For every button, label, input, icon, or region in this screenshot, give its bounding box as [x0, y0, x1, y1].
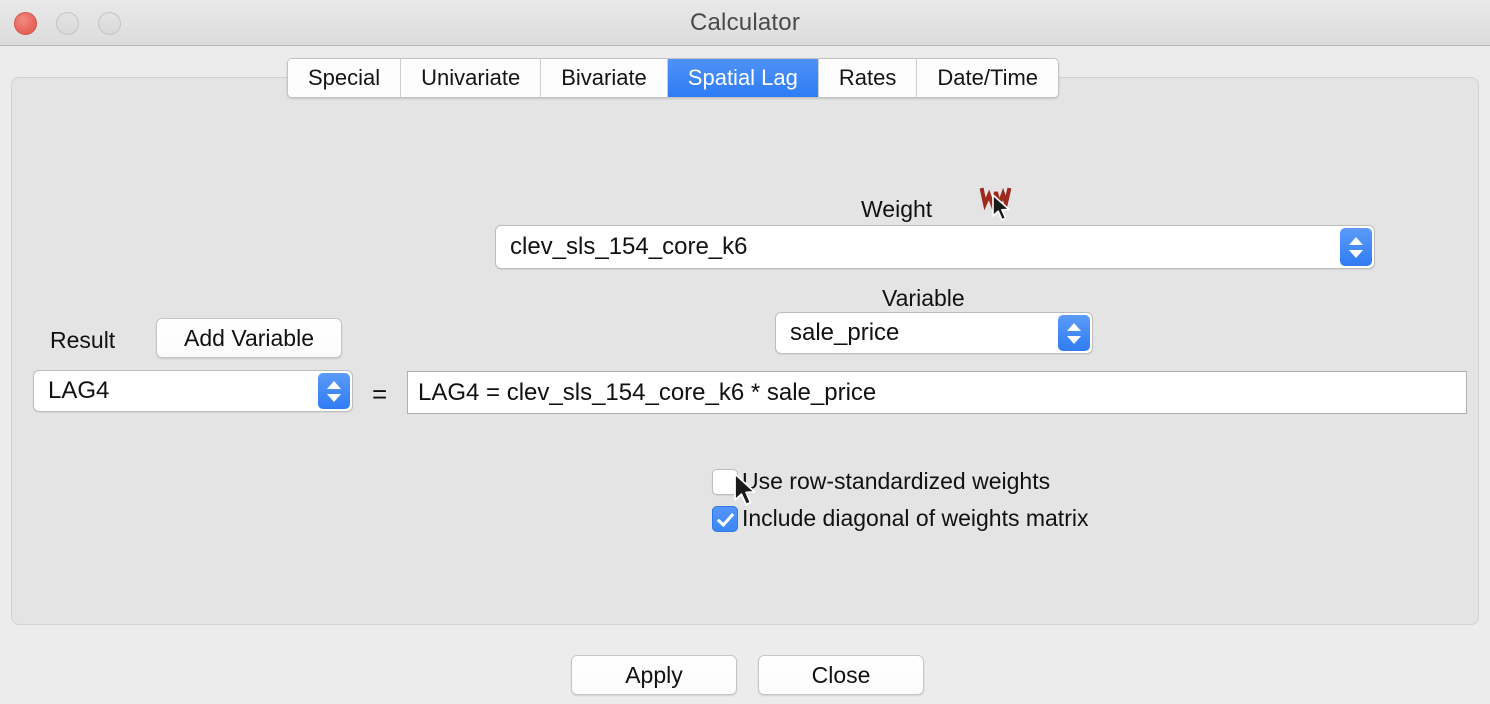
include-diagonal-row[interactable]: Include diagonal of weights matrix: [712, 505, 1088, 532]
row-standardized-weights-label: Use row-standardized weights: [742, 468, 1051, 494]
chevron-up-icon: [1067, 322, 1081, 331]
tab-rates[interactable]: Rates: [818, 59, 918, 97]
window-titlebar: Calculator: [0, 0, 1490, 46]
weight-select-stepper[interactable]: [1340, 228, 1372, 266]
weight-label: Weight: [861, 196, 933, 222]
result-variable-select[interactable]: LAG4: [33, 370, 353, 412]
include-diagonal-label: Include diagonal of weights matrix: [742, 505, 1089, 531]
add-variable-button[interactable]: Add Variable: [156, 318, 342, 358]
weight-select-value: clev_sls_154_core_k6: [510, 233, 748, 260]
weight-select[interactable]: clev_sls_154_core_k6: [495, 225, 1375, 269]
result-variable-value: LAG4: [48, 377, 110, 404]
row-standardized-weights-checkbox[interactable]: [712, 468, 738, 495]
variable-select-value: sale_price: [790, 319, 900, 346]
apply-button[interactable]: Apply: [571, 655, 737, 695]
chevron-down-icon: [327, 393, 341, 402]
tab-bar: Special Univariate Bivariate Spatial Lag…: [287, 58, 1060, 98]
window-title: Calculator: [689, 9, 801, 36]
expression-field[interactable]: LAG4 = clev_sls_154_core_k6 * sale_price: [407, 371, 1467, 414]
row-standardized-weights-row[interactable]: Use row-standardized weights: [712, 468, 1050, 495]
chevron-up-icon: [327, 380, 341, 389]
tab-spatial-lag[interactable]: Spatial Lag: [667, 59, 819, 97]
close-button[interactable]: Close: [758, 655, 924, 695]
tab-date-time[interactable]: Date/Time: [917, 59, 1059, 97]
tab-special[interactable]: Special: [288, 59, 402, 97]
variable-select[interactable]: sale_price: [775, 312, 1093, 354]
variable-select-stepper[interactable]: [1058, 315, 1090, 351]
tab-bivariate[interactable]: Bivariate: [541, 59, 668, 97]
variable-label: Variable: [882, 285, 965, 311]
equals-sign: =: [372, 379, 388, 409]
include-diagonal-checkbox[interactable]: [712, 505, 738, 532]
chevron-down-icon: [1349, 249, 1363, 258]
weights-w-icon: [979, 186, 1013, 216]
chevron-up-icon: [1349, 236, 1363, 245]
result-variable-stepper[interactable]: [318, 373, 350, 409]
tab-univariate[interactable]: Univariate: [401, 59, 542, 97]
chevron-down-icon: [1067, 335, 1081, 344]
result-label: Result: [50, 327, 116, 353]
